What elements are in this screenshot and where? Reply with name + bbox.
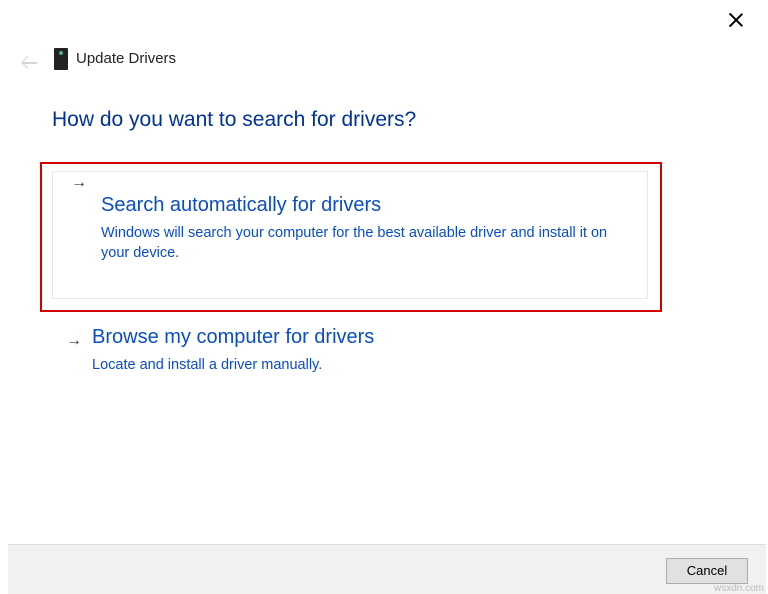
browse-computer-option[interactable]: Browse my computer for drivers Locate an… bbox=[92, 326, 632, 375]
arrow-right-icon: → bbox=[66, 332, 82, 350]
device-icon bbox=[54, 48, 68, 70]
cancel-button[interactable]: Cancel bbox=[666, 558, 748, 584]
watermark: wsxdn.com bbox=[714, 583, 764, 594]
breadcrumb: Update Drivers bbox=[76, 50, 176, 67]
option-title: Browse my computer for drivers bbox=[92, 326, 632, 349]
option-description: Locate and install a driver manually. bbox=[92, 355, 632, 375]
arrow-right-icon: → bbox=[71, 174, 87, 192]
close-icon[interactable] bbox=[726, 10, 746, 30]
back-arrow-icon[interactable] bbox=[20, 56, 36, 70]
option-description: Windows will search your computer for th… bbox=[101, 223, 621, 264]
dialog-footer: Cancel bbox=[8, 544, 766, 594]
search-automatically-option[interactable]: → Search automatically for drivers Windo… bbox=[52, 171, 648, 299]
page-title: How do you want to search for drivers? bbox=[52, 108, 416, 132]
option-title: Search automatically for drivers bbox=[101, 194, 621, 217]
update-drivers-dialog: Update Drivers How do you want to search… bbox=[8, 0, 766, 594]
